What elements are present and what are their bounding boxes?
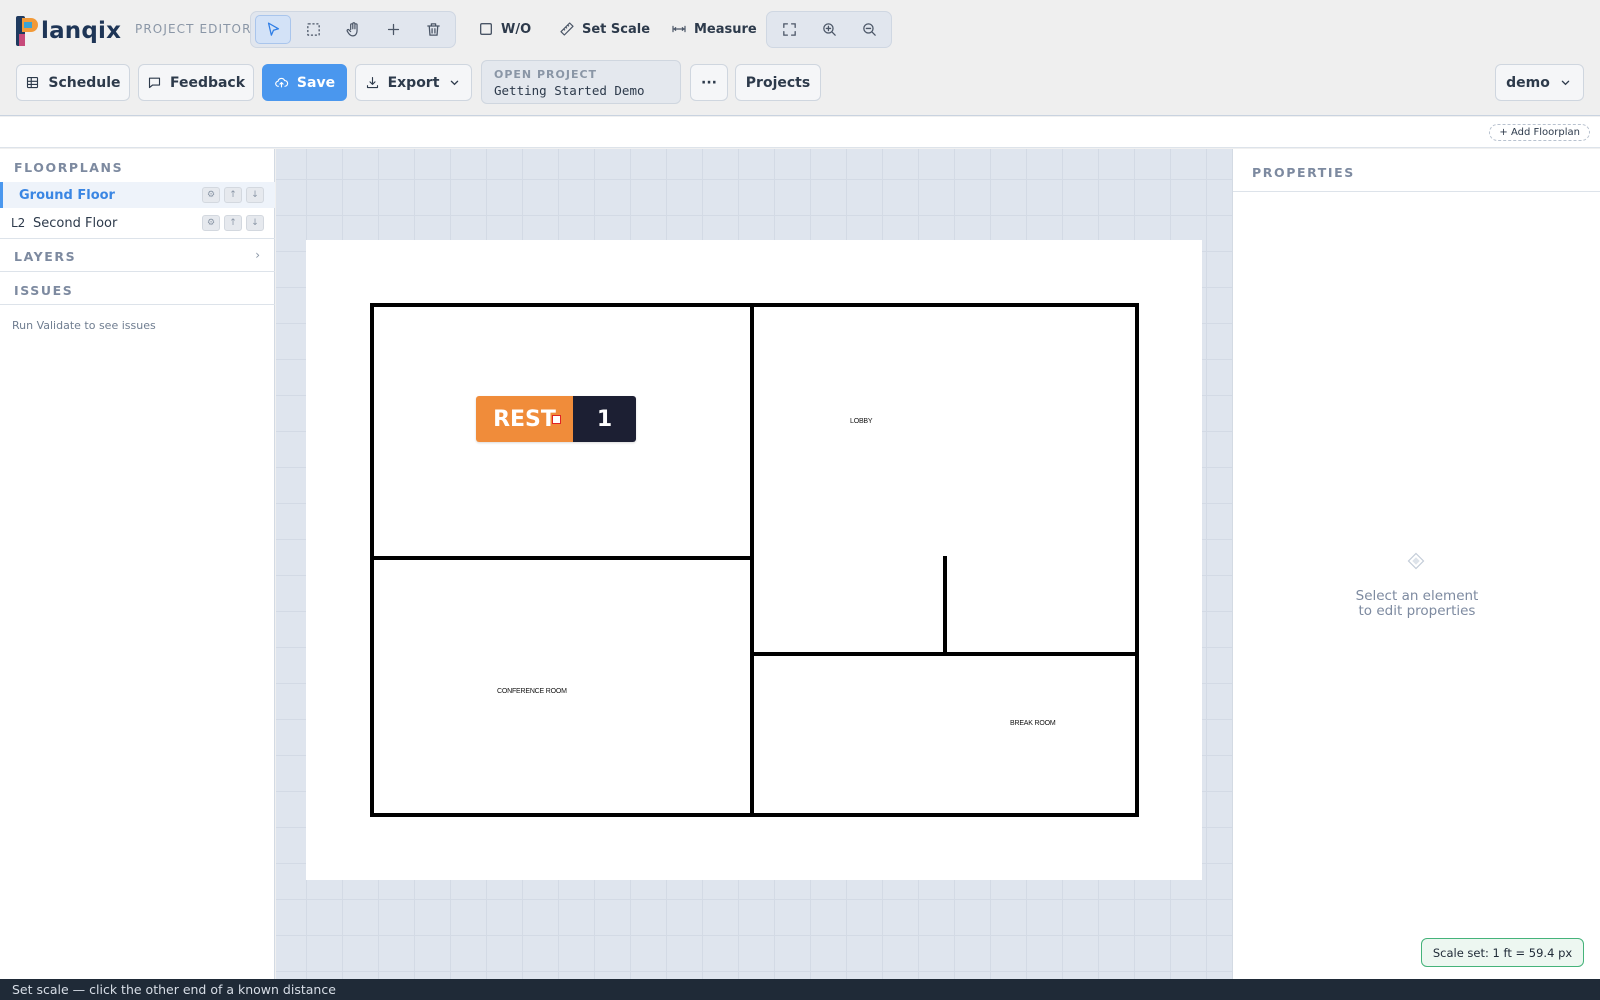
empty-state-line-2: to edit properties (1358, 603, 1476, 619)
drawing-canvas[interactable]: REST 1 LOBBY CONFERENCE ROOM BREAK ROOM (276, 149, 1232, 979)
move-up-icon[interactable]: ↑ (224, 215, 242, 231)
schedule-label: Schedule (48, 74, 121, 91)
cursor-arrow-icon (267, 22, 279, 36)
ruler-icon (560, 22, 574, 36)
plus-icon (387, 23, 399, 36)
download-icon (366, 76, 378, 89)
export-dropdown[interactable]: Export (355, 64, 472, 101)
fit-screen-icon (782, 23, 796, 36)
mode-label: PROJECT EDITOR (135, 22, 252, 36)
feedback-button[interactable]: Feedback (138, 64, 254, 101)
trash-icon (426, 23, 440, 36)
fit-screen-button[interactable] (771, 15, 807, 44)
set-scale-label: Set Scale (582, 21, 651, 37)
set-scale-button[interactable]: Set Scale (559, 18, 650, 40)
open-project-name: Getting Started Demo (494, 83, 645, 98)
floorplan-item-ground-floor[interactable]: Ground Floor ⚙ ↑ ↓ (0, 182, 275, 208)
save-label: Save (296, 74, 336, 91)
status-bar: Set scale — click the other end of a kno… (0, 979, 1600, 1000)
delete-tool-button[interactable] (415, 15, 451, 44)
room-label-break-room[interactable]: BREAK ROOM (1010, 720, 1056, 727)
chevron-down-icon (1561, 80, 1570, 86)
top-bar: lanqix PROJECT EDITOR W/O Set Scale Meas… (0, 0, 1600, 116)
empty-state-text: Select an element to edit properties (1233, 589, 1600, 619)
wo-label: W/O (501, 21, 532, 37)
chevron-right-icon[interactable]: › (255, 248, 260, 262)
chevron-down-icon (451, 80, 459, 86)
scale-toast: Scale set: 1 ft = 59.4 px (1421, 938, 1584, 967)
projects-button[interactable]: Projects (735, 64, 821, 101)
divider (0, 238, 275, 239)
move-up-icon[interactable]: ↑ (224, 187, 242, 203)
diamond-icon (1407, 552, 1425, 570)
divider (0, 271, 275, 272)
measure-label: Measure (694, 21, 757, 37)
table-icon (27, 76, 39, 89)
edit-tools-group (250, 11, 456, 48)
floorplan-settings-icon[interactable]: ⚙ (202, 187, 220, 203)
logo-text: lanqix (41, 18, 122, 44)
badge-label: REST (476, 396, 573, 442)
feedback-label: Feedback (169, 74, 246, 91)
issues-hint: Run Validate to see issues (12, 319, 156, 332)
checkbox-icon (480, 23, 492, 35)
export-label: Export (387, 74, 440, 91)
badge-number: 1 (573, 396, 636, 442)
room-label-conference-room[interactable]: CONFERENCE ROOM (497, 688, 567, 695)
badge-left-text: REST (493, 406, 556, 432)
selection-handle[interactable] (552, 415, 561, 424)
more-dots-icon: ··· (701, 74, 717, 91)
cloud-upload-icon (275, 77, 289, 88)
open-project-selector[interactable]: OPEN PROJECT Getting Started Demo (481, 60, 681, 104)
schedule-button[interactable]: Schedule (16, 64, 130, 101)
wo-toggle[interactable]: W/O (478, 18, 531, 40)
more-options-button[interactable]: ··· (690, 64, 728, 101)
pan-tool-button[interactable] (335, 15, 371, 44)
room-tag-badge[interactable]: REST 1 (476, 396, 636, 442)
divider (1233, 191, 1600, 192)
properties-panel: PROPERTIES Select an element to edit pro… (1232, 149, 1600, 979)
floorplan-level: L2 (11, 216, 26, 230)
projects-label: Projects (745, 74, 811, 91)
floorplan-settings-icon[interactable]: ⚙ (202, 215, 220, 231)
floorplans-title: FLOORPLANS (14, 160, 124, 175)
zoom-out-button[interactable] (851, 15, 887, 44)
user-label: demo (1506, 74, 1550, 91)
floorplan-item-second-floor[interactable]: L2 Second Floor ⚙ ↑ ↓ (0, 210, 275, 236)
empty-state-line-1: Select an element (1355, 588, 1479, 604)
view-tools-group (766, 11, 892, 48)
marquee-tool-button[interactable] (295, 15, 331, 44)
measure-icon (672, 25, 686, 33)
layers-section-toggle[interactable]: LAYERS (14, 249, 76, 264)
add-floorplan-button[interactable]: + Add Floorplan (1489, 124, 1590, 141)
logo-mark-icon (16, 16, 40, 46)
move-down-icon[interactable]: ↓ (246, 187, 264, 203)
floorplan-walls[interactable] (306, 240, 1202, 880)
room-label-lobby[interactable]: LOBBY (850, 418, 873, 425)
properties-title: PROPERTIES (1252, 165, 1355, 180)
app-logo[interactable]: lanqix (16, 14, 121, 46)
save-button[interactable]: Save (262, 64, 347, 101)
move-down-icon[interactable]: ↓ (246, 215, 264, 231)
hand-icon (346, 22, 358, 37)
issues-title: ISSUES (14, 283, 74, 298)
floorplan-name: Second Floor (33, 215, 118, 231)
open-project-label: OPEN PROJECT (494, 68, 598, 81)
floorplan-tabs-strip: + Add Floorplan (0, 117, 1600, 148)
chat-bubble-icon (148, 77, 161, 89)
add-tool-button[interactable] (375, 15, 411, 44)
floorplan-name: Ground Floor (19, 187, 115, 203)
zoom-out-icon (862, 23, 876, 36)
dashed-rect-icon (306, 23, 320, 36)
select-tool-button[interactable] (255, 15, 291, 44)
divider (0, 304, 275, 305)
user-menu[interactable]: demo (1495, 64, 1584, 101)
floorplan-sheet[interactable]: REST 1 LOBBY CONFERENCE ROOM BREAK ROOM (306, 240, 1202, 880)
zoom-in-button[interactable] (811, 15, 847, 44)
left-panel: FLOORPLANS Ground Floor ⚙ ↑ ↓ L2 Second … (0, 149, 275, 979)
measure-button[interactable]: Measure (671, 18, 757, 40)
zoom-in-icon (822, 23, 836, 36)
